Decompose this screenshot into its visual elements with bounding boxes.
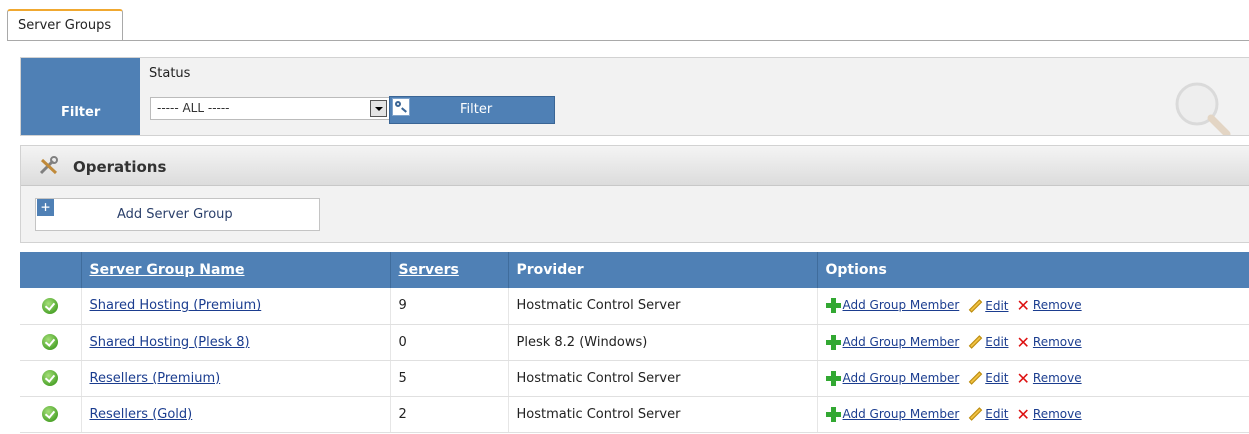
header-status	[20, 252, 82, 288]
check-circle-icon	[42, 334, 59, 350]
table-row: Resellers (Premium) 5 Hostmatic Control Se…	[20, 360, 1249, 397]
status-cell	[20, 288, 82, 325]
remove-x-icon: ✕	[1016, 404, 1030, 424]
pencil-icon	[967, 371, 983, 385]
filter-button[interactable]: Filter	[389, 96, 555, 124]
status-label: Status	[149, 66, 191, 81]
add-group-member-link[interactable]: Add Group Member	[843, 335, 960, 349]
remove-x-icon: ✕	[1016, 332, 1030, 352]
tab-divider	[7, 40, 1249, 41]
remove-link[interactable]: Remove	[1033, 407, 1082, 421]
filter-button-label: Filter	[460, 102, 493, 117]
remove-link[interactable]: Remove	[1033, 335, 1082, 349]
check-circle-icon	[42, 297, 59, 314]
edit-link[interactable]: Edit	[985, 407, 1008, 421]
group-name-link[interactable]: Resellers (Premium)	[90, 371, 221, 386]
operations-panel: Operations + Add Server Group	[20, 145, 1249, 243]
filter-label: Filter	[61, 105, 101, 120]
tab-bar: Server Groups	[0, 0, 1249, 42]
edit-link[interactable]: Edit	[985, 335, 1008, 349]
remove-x-icon: ✕	[1016, 368, 1030, 388]
servers-count: 0	[390, 324, 509, 361]
sort-name-link[interactable]: Server Group Name	[90, 262, 245, 278]
group-name-link[interactable]: Resellers (Gold)	[90, 407, 193, 422]
options-cell: Add Group Member Edit ✕ Remove	[817, 288, 1249, 325]
status-cell	[20, 396, 82, 433]
table-row: Resellers (Gold) 2 Hostmatic Control Serve…	[20, 396, 1249, 433]
operations-title: Operations	[73, 158, 167, 176]
edit-link[interactable]: Edit	[985, 299, 1008, 313]
filter-panel: Filter Status ----- ALL ----- Filter	[20, 57, 1249, 136]
table-row: Shared Hosting (Plesk 8) 0 Plesk 8.2 (Wind…	[20, 324, 1249, 361]
tools-icon	[39, 156, 58, 175]
provider-cell: Hostmatic Control Server	[508, 288, 818, 325]
pencil-icon	[967, 407, 983, 421]
status-cell	[20, 324, 82, 361]
status-select[interactable]: ----- ALL -----	[150, 97, 390, 120]
provider-cell: Hostmatic Control Server	[508, 360, 818, 397]
group-name-link[interactable]: Shared Hosting (Plesk 8)	[90, 335, 250, 350]
search-icon	[392, 98, 410, 116]
sort-servers-link[interactable]: Servers	[399, 262, 459, 278]
remove-link[interactable]: Remove	[1033, 371, 1082, 385]
servers-count: 5	[390, 360, 509, 397]
add-member-icon	[825, 298, 841, 314]
add-group-member-link[interactable]: Add Group Member	[843, 371, 960, 385]
options-cell: Add Group Member Edit ✕ Remove	[817, 324, 1249, 361]
add-group-member-link[interactable]: Add Group Member	[843, 407, 960, 421]
group-name-cell: Resellers (Gold)	[81, 396, 391, 433]
operations-header: Operations	[21, 146, 1249, 186]
check-circle-icon	[42, 370, 59, 386]
table-row: Shared Hosting (Premium) 9 Hostmatic Contr…	[20, 288, 1249, 325]
chevron-down-icon[interactable]	[370, 100, 387, 117]
add-server-group-button[interactable]: + Add Server Group	[35, 198, 320, 231]
magnifier-icon	[1175, 82, 1231, 135]
server-groups-table: Server Group Name Servers Provider Optio…	[20, 252, 1249, 433]
servers-count: 2	[390, 396, 509, 433]
filter-label-cell: Filter	[21, 58, 140, 135]
add-member-icon	[825, 370, 841, 386]
pencil-icon	[967, 299, 983, 313]
group-name-cell: Resellers (Premium)	[81, 360, 391, 397]
tab-server-groups[interactable]: Server Groups	[7, 9, 124, 40]
header-name[interactable]: Server Group Name	[81, 252, 391, 288]
check-circle-icon	[42, 406, 59, 422]
options-cell: Add Group Member Edit ✕ Remove	[817, 396, 1249, 433]
add-group-member-link[interactable]: Add Group Member	[843, 298, 960, 312]
status-select-value: ----- ALL -----	[157, 101, 230, 115]
add-member-icon	[825, 334, 841, 350]
add-member-icon	[825, 406, 841, 422]
provider-cell: Plesk 8.2 (Windows)	[508, 324, 818, 361]
group-name-cell: Shared Hosting (Plesk 8)	[81, 324, 391, 361]
header-servers[interactable]: Servers	[390, 252, 509, 288]
table-header-row: Server Group Name Servers Provider Optio…	[20, 252, 1249, 288]
header-options: Options	[817, 252, 1249, 288]
group-name-cell: Shared Hosting (Premium)	[81, 288, 391, 325]
pencil-icon	[967, 335, 983, 349]
add-server-group-label: Add Server Group	[117, 207, 233, 222]
options-cell: Add Group Member Edit ✕ Remove	[817, 360, 1249, 397]
edit-link[interactable]: Edit	[985, 371, 1008, 385]
status-cell	[20, 360, 82, 397]
plus-icon: +	[37, 199, 54, 216]
provider-cell: Hostmatic Control Server	[508, 396, 818, 433]
servers-count: 9	[390, 288, 509, 325]
remove-link[interactable]: Remove	[1033, 298, 1082, 312]
header-provider: Provider	[508, 252, 818, 288]
group-name-link[interactable]: Shared Hosting (Premium)	[90, 298, 262, 313]
remove-x-icon: ✕	[1016, 296, 1030, 316]
